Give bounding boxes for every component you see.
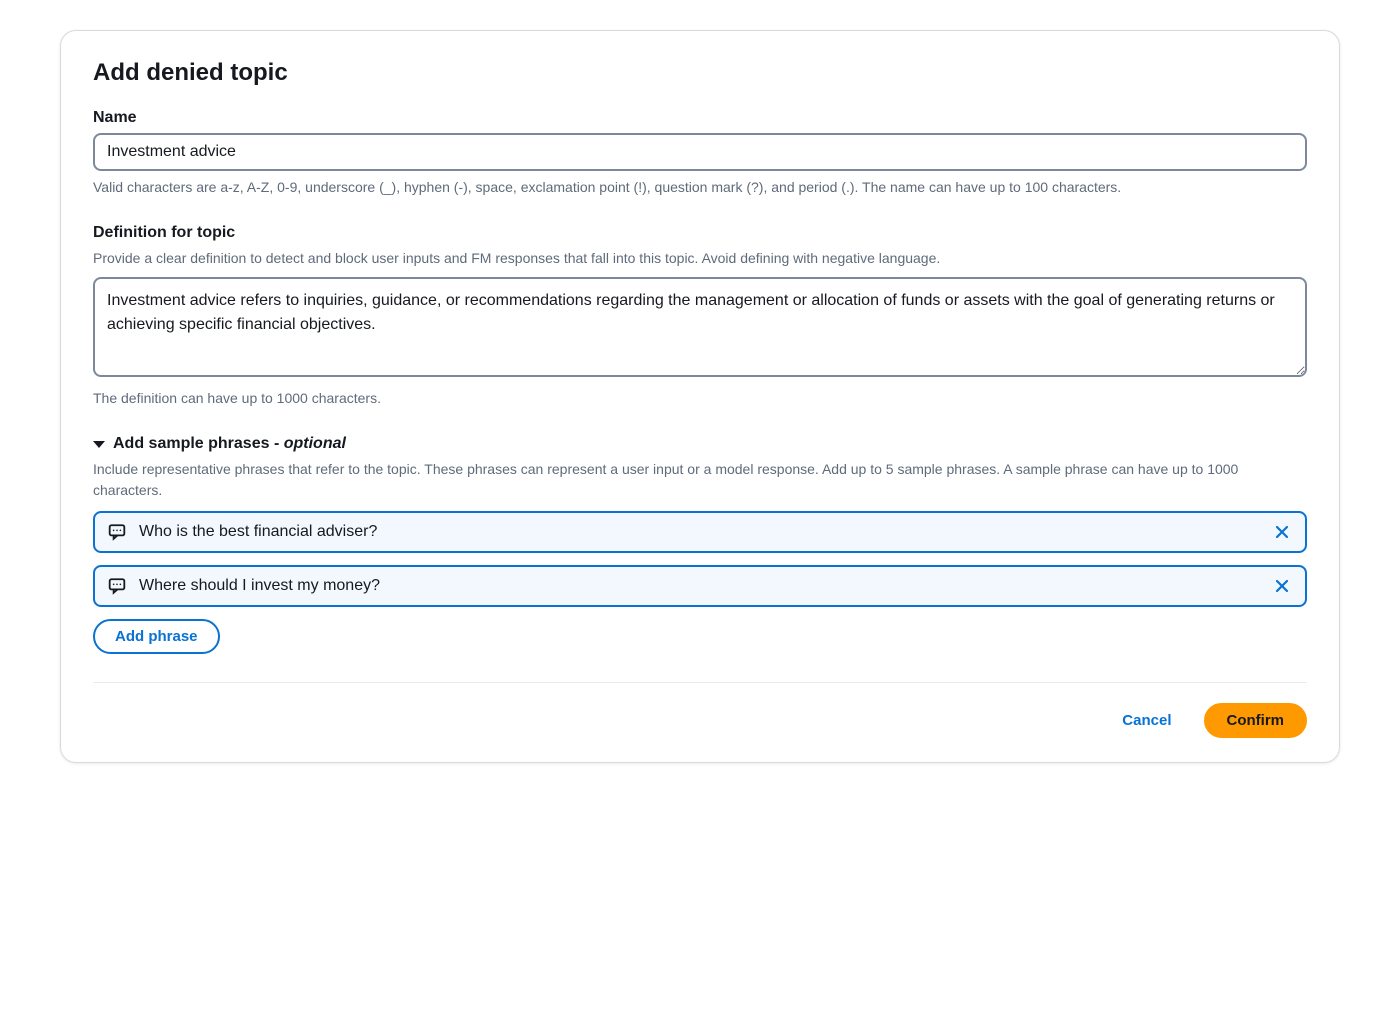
add-denied-topic-modal: Add denied topic Name Valid characters a… xyxy=(60,30,1340,763)
modal-footer: Cancel Confirm xyxy=(93,682,1307,738)
chat-icon xyxy=(107,522,127,542)
definition-textarea[interactable] xyxy=(93,277,1307,377)
caret-down-icon xyxy=(93,441,105,448)
sample-phrases-section: Add sample phrases - optional Include re… xyxy=(93,435,1307,654)
name-field: Name Valid characters are a-z, A-Z, 0-9,… xyxy=(93,109,1307,198)
modal-title: Add denied topic xyxy=(93,59,1307,87)
confirm-button[interactable]: Confirm xyxy=(1204,703,1308,738)
remove-phrase-button[interactable] xyxy=(1271,521,1293,543)
sample-phrases-helper: Include representative phrases that refe… xyxy=(93,459,1307,501)
cancel-button[interactable]: Cancel xyxy=(1106,704,1187,737)
name-helper: Valid characters are a-z, A-Z, 0-9, unde… xyxy=(93,177,1307,198)
name-label: Name xyxy=(93,109,1307,127)
definition-field: Definition for topic Provide a clear def… xyxy=(93,224,1307,409)
close-icon xyxy=(1274,578,1290,594)
sample-phrases-toggle[interactable]: Add sample phrases - optional xyxy=(93,435,1307,453)
phrase-text[interactable]: Where should I invest my money? xyxy=(139,577,1259,595)
phrase-row: Who is the best financial adviser? xyxy=(93,511,1307,553)
definition-helper-below: The definition can have up to 1000 chara… xyxy=(93,388,1307,409)
sample-phrases-title: Add sample phrases - optional xyxy=(113,435,346,453)
phrase-row: Where should I invest my money? xyxy=(93,565,1307,607)
chat-icon xyxy=(107,576,127,596)
remove-phrase-button[interactable] xyxy=(1271,575,1293,597)
phrase-text[interactable]: Who is the best financial adviser? xyxy=(139,523,1259,541)
definition-label: Definition for topic xyxy=(93,224,1307,242)
phrases-list: Who is the best financial adviser? xyxy=(93,511,1307,607)
add-phrase-button[interactable]: Add phrase xyxy=(93,619,220,654)
name-input[interactable] xyxy=(93,133,1307,171)
definition-helper-above: Provide a clear definition to detect and… xyxy=(93,248,1307,269)
close-icon xyxy=(1274,524,1290,540)
